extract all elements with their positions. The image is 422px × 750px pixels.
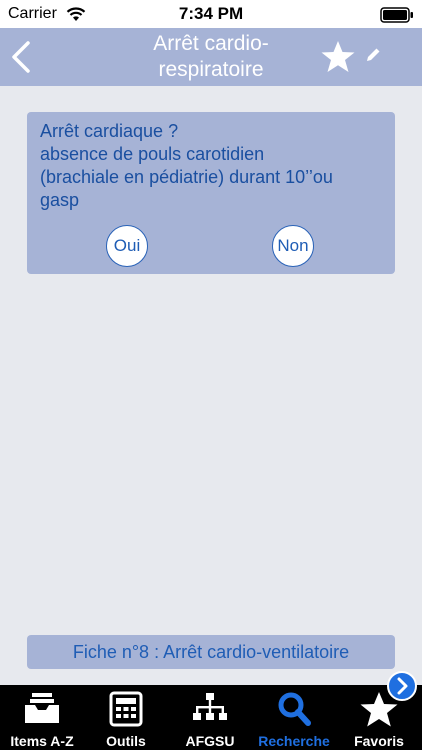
calculator-icon	[109, 691, 143, 727]
battery-icon	[380, 7, 413, 23]
fiche-link[interactable]: Fiche n°8 : Arrêt cardio-ventilatoire	[27, 635, 395, 669]
star-icon[interactable]	[320, 40, 356, 74]
page-title: Arrêt cardio- respiratoire	[80, 31, 342, 83]
non-button[interactable]: Non	[272, 225, 314, 267]
oui-button[interactable]: Oui	[106, 225, 148, 267]
inbox-tray-icon	[25, 693, 59, 723]
search-icon	[278, 692, 311, 726]
status-time: 7:34 PM	[178, 4, 244, 23]
chevron-left-icon[interactable]	[8, 40, 34, 74]
tab-bar: Items A-Z Outils AFGSU Recherche Favoris	[0, 685, 422, 750]
tab-recherche[interactable]: Recherche	[252, 685, 336, 750]
nav-bar: Arrêt cardio- respiratoire	[0, 28, 422, 86]
question-text: Arrêt cardiaque ? absence de pouls carot…	[40, 121, 333, 210]
tab-afgsu[interactable]: AFGSU	[168, 685, 252, 750]
status-bar: Carrier 7:34 PM	[0, 0, 422, 28]
org-chart-icon	[193, 693, 227, 720]
next-button[interactable]	[387, 671, 417, 701]
tab-items-a-z[interactable]: Items A-Z	[0, 685, 84, 750]
tab-label: Favoris	[354, 733, 404, 749]
page-title-text: Arrêt cardio- respiratoire	[153, 32, 269, 81]
question-card: Arrêt cardiaque ? absence de pouls carot…	[27, 112, 395, 274]
chevron-right-icon	[397, 677, 408, 695]
pencil-icon[interactable]	[364, 46, 382, 64]
tab-outils[interactable]: Outils	[84, 685, 168, 750]
